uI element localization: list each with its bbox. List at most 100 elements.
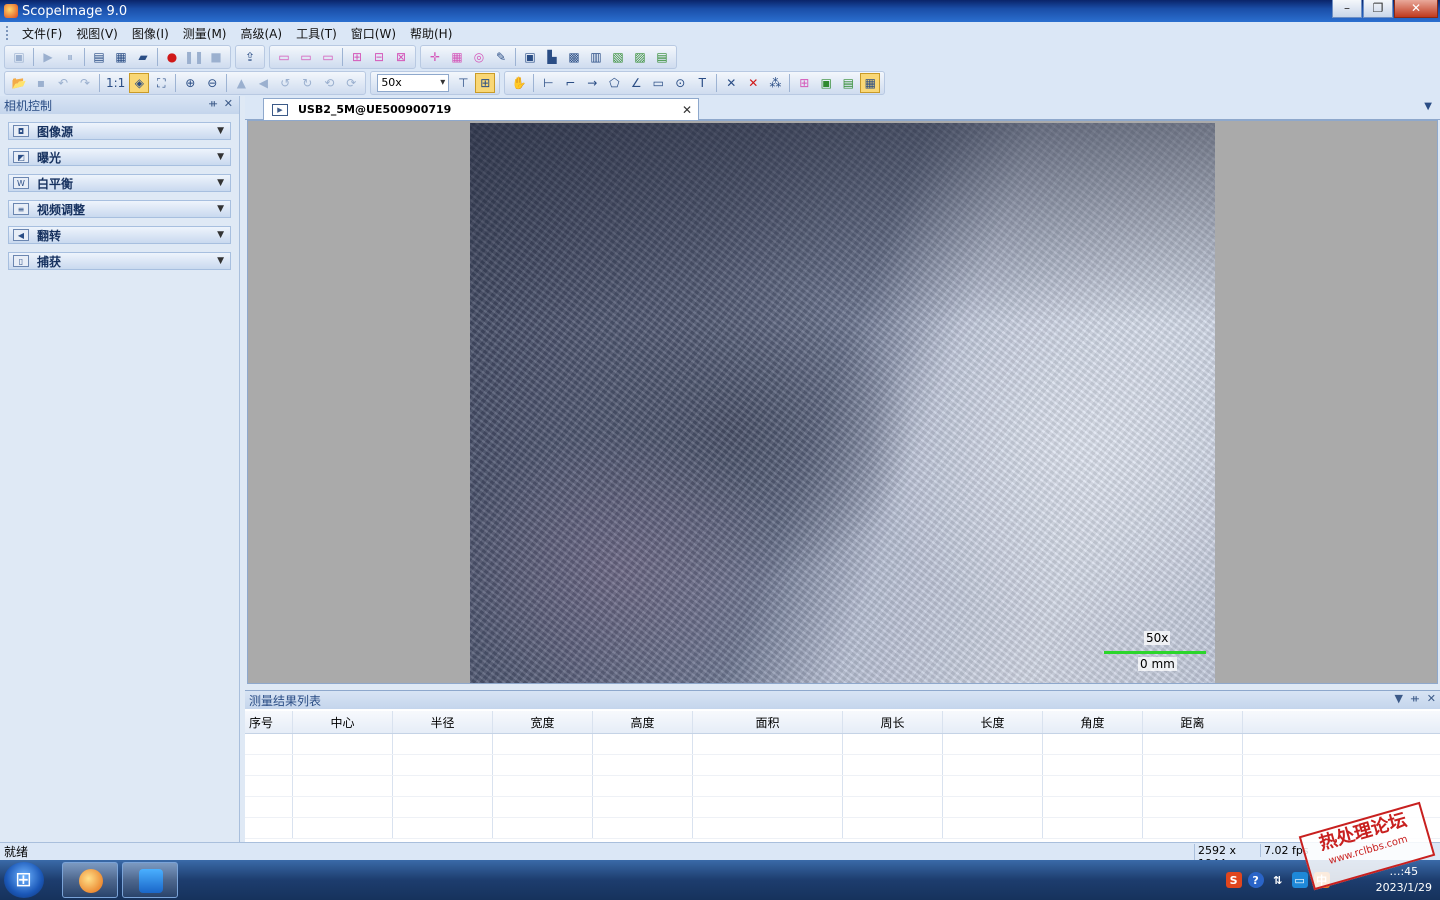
play-icon[interactable]: ▶ bbox=[38, 47, 58, 67]
rotate-90-icon[interactable]: ⟲ bbox=[319, 73, 339, 93]
polygon-icon[interactable]: ⬠ bbox=[604, 73, 624, 93]
delete-measure-icon[interactable]: ✕ bbox=[721, 73, 741, 93]
undo-icon[interactable]: ↶ bbox=[53, 73, 73, 93]
image-info-icon[interactable]: ▣ bbox=[520, 47, 540, 67]
export-icon[interactable]: ⇪ bbox=[240, 47, 260, 67]
image-viewport[interactable]: 50x 0 mm bbox=[247, 120, 1438, 684]
record-icon[interactable]: ● bbox=[162, 47, 182, 67]
layer-c-icon[interactable]: ▭ bbox=[318, 47, 338, 67]
rectangle-icon[interactable]: ▭ bbox=[648, 73, 668, 93]
column-header[interactable]: 角度 bbox=[1043, 711, 1143, 733]
pin-icon[interactable]: ᚑ bbox=[1411, 692, 1419, 705]
table-row[interactable] bbox=[245, 776, 1440, 797]
video-tray-icon[interactable]: ▭ bbox=[1291, 872, 1308, 888]
column-header[interactable]: 长度 bbox=[943, 711, 1043, 733]
menu-help[interactable]: 帮助(H) bbox=[403, 25, 459, 42]
actual-size-button[interactable]: 1:1 bbox=[103, 76, 128, 90]
merge-icon[interactable]: ⊞ bbox=[347, 47, 367, 67]
fusion-icon[interactable]: ▥ bbox=[586, 47, 606, 67]
accordion-video-adjust[interactable]: ≡ 视频调整 ▼ bbox=[8, 200, 231, 218]
table-row[interactable] bbox=[245, 755, 1440, 776]
column-header[interactable]: 半径 bbox=[393, 711, 493, 733]
calibrate-icon[interactable]: ✎ bbox=[491, 47, 511, 67]
table-icon[interactable]: ▦ bbox=[860, 73, 881, 93]
start-button[interactable] bbox=[4, 862, 44, 898]
accordion-capture[interactable]: ▯ 捕获 ▼ bbox=[8, 252, 231, 270]
flip-vertical-icon[interactable]: ▲ bbox=[231, 73, 251, 93]
magnification-select[interactable]: 50x bbox=[377, 74, 450, 92]
table-row[interactable] bbox=[245, 734, 1440, 755]
scale-bar-icon[interactable]: ⊞ bbox=[475, 73, 496, 93]
layer-b-icon[interactable]: ▭ bbox=[296, 47, 316, 67]
menu-measure[interactable]: 测量(M) bbox=[176, 25, 234, 42]
split-icon[interactable]: ⊟ bbox=[369, 47, 389, 67]
fullscreen-icon[interactable]: ⛶ bbox=[151, 73, 171, 93]
camera-open-icon[interactable]: ▣ bbox=[9, 47, 29, 67]
target-icon[interactable]: ◎ bbox=[469, 47, 489, 67]
zoom-in-icon[interactable]: ⊕ bbox=[180, 73, 200, 93]
record-pause-icon[interactable]: ❚❚ bbox=[184, 47, 204, 67]
column-header[interactable]: 宽度 bbox=[493, 711, 593, 733]
angle-icon[interactable]: ∠ bbox=[626, 73, 646, 93]
close-tab-icon[interactable]: ✕ bbox=[682, 103, 692, 117]
close-icon[interactable]: ✕ bbox=[224, 97, 233, 110]
accordion-exposure[interactable]: ◩ 曝光 ▼ bbox=[8, 148, 231, 166]
count-icon[interactable]: ⊞ bbox=[794, 73, 814, 93]
copy-results-icon[interactable]: ▣ bbox=[816, 73, 836, 93]
taskbar-app-media[interactable] bbox=[62, 862, 118, 898]
zoom-out-icon[interactable]: ⊖ bbox=[202, 73, 222, 93]
close-window-button[interactable]: ✕ bbox=[1394, 0, 1438, 18]
rotate-free-icon[interactable]: ⟳ bbox=[341, 73, 361, 93]
text-tool-icon[interactable]: T bbox=[692, 73, 712, 93]
panorama-icon[interactable]: ▨ bbox=[630, 47, 650, 67]
layer-a-icon[interactable]: ▭ bbox=[274, 47, 294, 67]
tab-camera-live[interactable]: ▶ USB2_5M@UE500900719 ✕ bbox=[263, 98, 699, 120]
tab-list-dropdown-icon[interactable]: ▼ bbox=[1424, 101, 1432, 112]
menu-advanced[interactable]: 高级(A) bbox=[233, 25, 289, 42]
histogram-icon[interactable]: ▙ bbox=[542, 47, 562, 67]
color-filter-icon[interactable]: ▩ bbox=[564, 47, 584, 67]
stitch-icon[interactable]: ⊠ bbox=[391, 47, 411, 67]
line-measure-icon[interactable]: ⊢ bbox=[538, 73, 558, 93]
menu-tools[interactable]: 工具(T) bbox=[289, 25, 344, 42]
table-row[interactable] bbox=[245, 818, 1440, 839]
column-header[interactable]: 面积 bbox=[693, 711, 843, 733]
export-results-icon[interactable]: ▤ bbox=[838, 73, 858, 93]
menu-image[interactable]: 图像(I) bbox=[125, 25, 176, 42]
hand-pan-icon[interactable]: ✋ bbox=[509, 73, 529, 93]
table-row[interactable] bbox=[245, 797, 1440, 818]
color-pick-icon[interactable]: ⁂ bbox=[765, 73, 785, 93]
edf-icon[interactable]: ▧ bbox=[608, 47, 628, 67]
save-icon[interactable]: ▪ bbox=[31, 73, 51, 93]
stop-icon[interactable]: ■ bbox=[206, 47, 226, 67]
sogou-ime-icon[interactable]: S bbox=[1225, 872, 1242, 888]
column-header[interactable]: 周长 bbox=[843, 711, 943, 733]
pause-icon[interactable]: ⏸ bbox=[60, 47, 80, 67]
redo-icon[interactable]: ↷ bbox=[75, 73, 95, 93]
report-icon[interactable]: ▤ bbox=[652, 47, 672, 67]
circle-icon[interactable]: ⊙ bbox=[670, 73, 690, 93]
column-header[interactable]: 中心 bbox=[293, 711, 393, 733]
fit-window-icon[interactable]: ◈ bbox=[129, 73, 150, 93]
menu-view[interactable]: 视图(V) bbox=[69, 25, 125, 42]
minimize-button[interactable]: – bbox=[1332, 0, 1362, 18]
accordion-flip[interactable]: ◀ 翻转 ▼ bbox=[8, 226, 231, 244]
menu-window[interactable]: 窗口(W) bbox=[344, 25, 403, 42]
restore-button[interactable]: ❐ bbox=[1363, 0, 1393, 18]
ruler-icon[interactable]: ⊤ bbox=[453, 73, 473, 93]
delete-all-icon[interactable]: ✕ bbox=[743, 73, 763, 93]
open-file-icon[interactable]: 📂 bbox=[9, 73, 29, 93]
flip-horizontal-icon[interactable]: ◀ bbox=[253, 73, 273, 93]
grid-overlay-icon[interactable]: ▦ bbox=[447, 47, 467, 67]
snapshot-icon[interactable]: ▤ bbox=[89, 47, 109, 67]
menu-file[interactable]: 文件(F) bbox=[15, 25, 69, 42]
batch-capture-icon[interactable]: ▦ bbox=[111, 47, 131, 67]
close-icon[interactable]: ✕ bbox=[1427, 692, 1436, 705]
folder-icon[interactable]: ▰ bbox=[133, 47, 153, 67]
help-icon[interactable]: ? bbox=[1247, 872, 1264, 888]
taskbar-app-scopeimage[interactable] bbox=[122, 862, 178, 898]
network-icon[interactable]: ⇅ bbox=[1270, 872, 1286, 888]
microscope-image[interactable]: 50x 0 mm bbox=[470, 123, 1215, 683]
polyline-icon[interactable]: ⌐ bbox=[560, 73, 580, 93]
dropdown-icon[interactable]: ▼ bbox=[1394, 692, 1402, 705]
